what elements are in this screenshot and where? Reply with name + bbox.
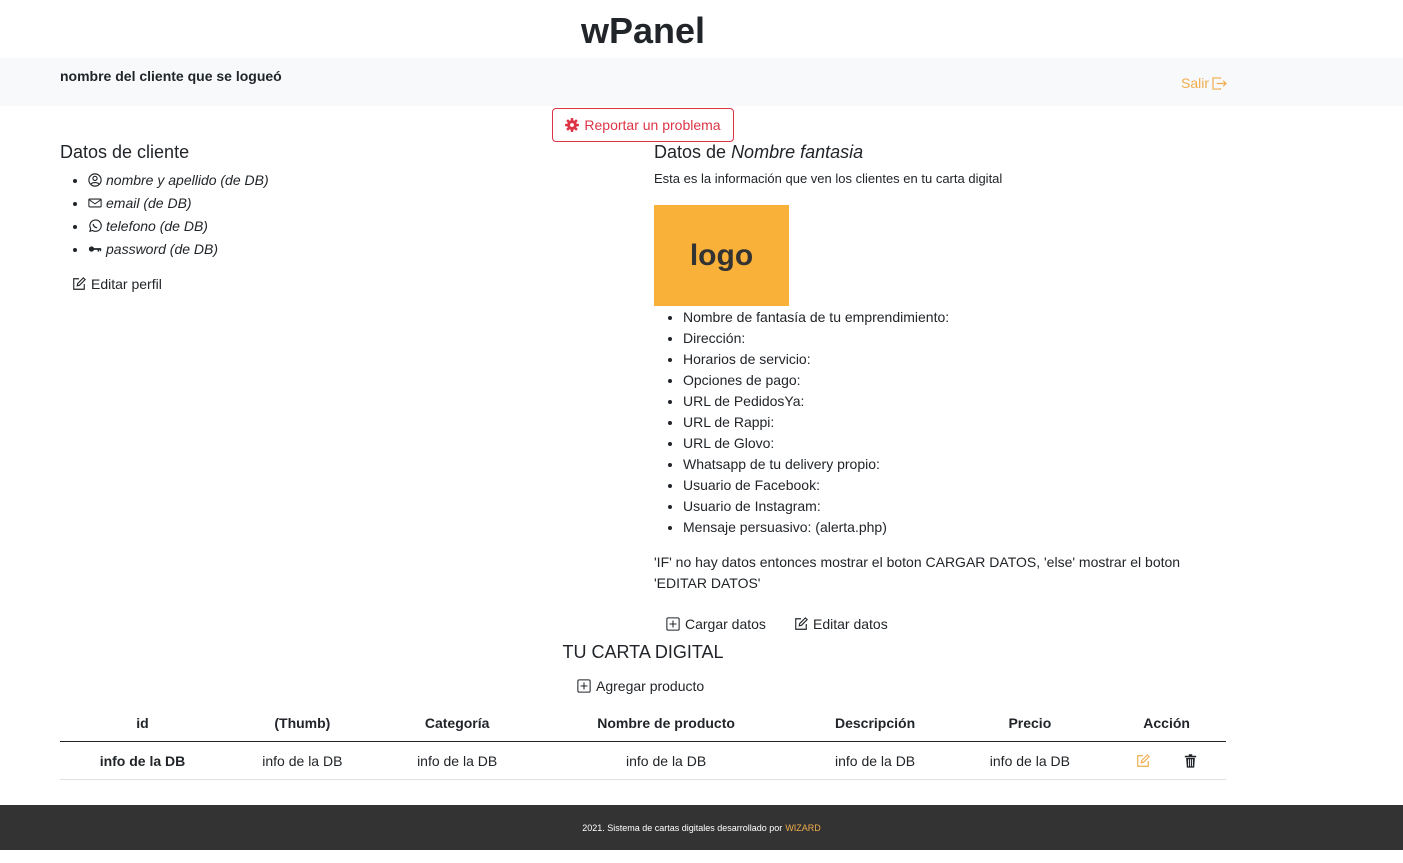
delete-product-button[interactable]: [1184, 753, 1197, 768]
client-item-password: password (de DB): [88, 239, 269, 262]
products-table: id (Thumb) Categoría Nombre de producto …: [60, 705, 1226, 780]
cell-actions: [1107, 741, 1226, 780]
business-field: Dirección:: [683, 328, 949, 349]
column-header-action: Acción: [1107, 705, 1226, 742]
business-description: Esta es la información que ven los clien…: [654, 171, 1003, 186]
report-problem-label: Reportar un problema: [584, 117, 721, 133]
business-field: Whatsapp de tu delivery propio:: [683, 454, 949, 475]
client-item-name: nombre y apellido (de DB): [88, 170, 269, 193]
client-item-label: email (de DB): [106, 195, 192, 211]
trash-icon: [1184, 753, 1197, 768]
client-name: nombre del cliente que se logueó: [60, 68, 282, 84]
cell-product-name: info de la DB: [534, 741, 798, 780]
cell-id: info de la DB: [60, 741, 225, 780]
client-data-list: nombre y apellido (de DB) email (de DB) …: [60, 170, 269, 262]
plus-square-icon: [577, 679, 591, 693]
report-problem-button[interactable]: Reportar un problema: [552, 108, 734, 142]
gear-icon: [565, 118, 580, 132]
add-product-button[interactable]: Agregar producto: [577, 678, 704, 694]
business-field: URL de PedidosYa:: [683, 391, 949, 412]
edit-profile-button[interactable]: Editar perfil: [72, 276, 162, 292]
cell-description: info de la DB: [797, 741, 953, 780]
edit-icon: [1137, 753, 1151, 767]
edit-icon: [795, 617, 808, 630]
client-item-email: email (de DB): [88, 193, 269, 216]
column-header-id: id: [60, 705, 225, 742]
footer: 2021. Sistema de cartas digitales desarr…: [0, 805, 1403, 850]
cell-category: info de la DB: [379, 741, 535, 780]
edit-data-button[interactable]: Editar datos: [794, 616, 888, 632]
edit-profile-label: Editar perfil: [91, 276, 162, 292]
column-header-category: Categoría: [379, 705, 535, 742]
conditional-note: 'IF' no hay datos entonces mostrar el bo…: [654, 554, 1181, 591]
footer-text: 2021. Sistema de cartas digitales desarr…: [582, 822, 783, 833]
edit-product-button[interactable]: [1136, 753, 1151, 768]
logout-icon: [1212, 76, 1227, 90]
business-logo: logo: [654, 205, 789, 306]
footer-brand-link[interactable]: WIZARD: [785, 823, 821, 833]
user-circle-icon: [88, 172, 102, 193]
whatsapp-icon: [88, 218, 102, 239]
plus-square-icon: [666, 617, 680, 631]
business-title-name: Nombre fantasia: [731, 142, 864, 162]
logout-link[interactable]: Salir: [1181, 75, 1227, 91]
envelope-icon: [88, 195, 102, 216]
client-item-label: nombre y apellido (de DB): [106, 172, 269, 188]
table-row: info de la DB info de la DB info de la D…: [60, 741, 1226, 780]
business-field: URL de Glovo:: [683, 433, 949, 454]
table-header-row: id (Thumb) Categoría Nombre de producto …: [60, 705, 1226, 742]
load-data-label: Cargar datos: [685, 616, 766, 632]
client-section-title: Datos de cliente: [60, 142, 190, 162]
column-header-product-name: Nombre de producto: [534, 705, 798, 742]
column-header-price: Precio: [952, 705, 1108, 742]
business-field: Opciones de pago:: [683, 370, 949, 391]
add-product-label: Agregar producto: [596, 678, 705, 694]
client-item-phone: telefono (de DB): [88, 216, 269, 239]
cell-thumb: info de la DB: [224, 741, 380, 780]
client-item-label: password (de DB): [106, 241, 219, 257]
business-field: URL de Rappi:: [683, 412, 949, 433]
business-field: Usuario de Instagram:: [683, 496, 949, 517]
business-section-title: Datos de Nombre fantasia: [654, 142, 863, 163]
business-field: Horarios de servicio:: [683, 349, 949, 370]
load-data-button[interactable]: Cargar datos: [666, 616, 766, 632]
column-header-thumb: (Thumb): [224, 705, 380, 742]
edit-icon: [73, 277, 86, 290]
edit-data-label: Editar datos: [813, 616, 888, 632]
top-bar: nombre del cliente que se logueó Salir: [0, 58, 1403, 106]
menu-section-title: TU CARTA DIGITAL: [562, 642, 724, 662]
client-item-label: telefono (de DB): [106, 218, 208, 234]
business-field: Nombre de fantasía de tu emprendimiento:: [683, 307, 949, 328]
business-field: Mensaje persuasivo: (alerta.php): [683, 517, 949, 538]
business-title-prefix: Datos de: [654, 142, 727, 162]
page-title: wPanel: [580, 10, 706, 51]
business-field: Usuario de Facebook:: [683, 475, 949, 496]
key-icon: [88, 241, 102, 262]
business-fields-list: Nombre de fantasía de tu emprendimiento:…: [654, 307, 949, 538]
column-header-description: Descripción: [797, 705, 953, 742]
cell-price: info de la DB: [952, 741, 1108, 780]
logout-label: Salir: [1181, 75, 1210, 91]
